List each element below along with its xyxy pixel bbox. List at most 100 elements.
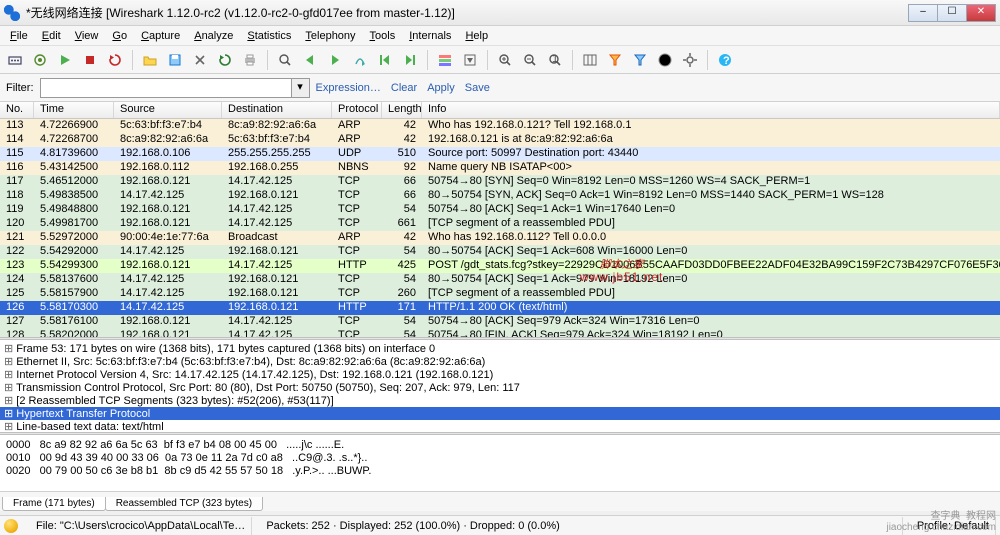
packet-list-header: No.TimeSourceDestinationProtocolLengthIn… — [0, 102, 1000, 119]
column-header[interactable]: No. — [0, 102, 34, 118]
menu-analyze[interactable]: Analyze — [188, 28, 239, 44]
detail-row[interactable]: Line-based text data: text/html — [0, 420, 1000, 432]
detail-row[interactable]: Hypertext Transfer Protocol — [0, 407, 1000, 420]
jump-icon[interactable] — [349, 49, 371, 71]
packet-row[interactable]: 1134.722669005c:63:bf:f3:e7:b48c:a9:82:9… — [0, 119, 1000, 133]
coloring-rules-icon[interactable] — [654, 49, 676, 71]
capture-filters-icon[interactable] — [604, 49, 626, 71]
separator — [132, 50, 133, 70]
packet-row[interactable]: 1235.54299300192.168.0.12114.17.42.125HT… — [0, 259, 1000, 273]
expert-info-icon[interactable] — [4, 519, 18, 533]
zoom-in-icon[interactable] — [494, 49, 516, 71]
filter-expression[interactable]: Expression… — [316, 82, 381, 94]
packet-row[interactable]: 1205.49981700192.168.0.12114.17.42.125TC… — [0, 217, 1000, 231]
close-button[interactable]: ✕ — [966, 4, 996, 22]
column-header[interactable]: Protocol — [332, 102, 382, 118]
toolbar: 1 ? — [0, 46, 1000, 74]
colorize-icon[interactable] — [434, 49, 456, 71]
packet-row[interactable]: 1195.49848800192.168.0.12114.17.42.125TC… — [0, 203, 1000, 217]
help-icon[interactable]: ? — [714, 49, 736, 71]
bytes-tabs: Frame (171 bytes) Reassembled TCP (323 b… — [0, 491, 1000, 511]
options-icon[interactable] — [29, 49, 51, 71]
stop-capture-icon[interactable] — [79, 49, 101, 71]
preferences-icon[interactable] — [679, 49, 701, 71]
packet-list-pane[interactable]: No.TimeSourceDestinationProtocolLengthIn… — [0, 102, 1000, 337]
resize-columns-icon[interactable] — [579, 49, 601, 71]
titlebar: *无线网络连接 [Wireshark 1.12.0-rc2 (v1.12.0-r… — [0, 0, 1000, 26]
autoscroll-icon[interactable] — [459, 49, 481, 71]
go-back-icon[interactable] — [299, 49, 321, 71]
packet-row[interactable]: 1185.4983850014.17.42.125192.168.0.121TC… — [0, 189, 1000, 203]
go-last-icon[interactable] — [399, 49, 421, 71]
separator — [487, 50, 488, 70]
packet-row[interactable]: 1215.5297200090:00:4e:1e:77:6aBroadcastA… — [0, 231, 1000, 245]
hex-row: 0020 00 79 00 50 c6 3e b8 b1 8b c9 d5 42… — [6, 465, 994, 478]
packet-row[interactable]: 1144.722687008c:a9:82:92:a6:6a5c:63:bf:f… — [0, 133, 1000, 147]
go-forward-icon[interactable] — [324, 49, 346, 71]
filter-bar: Filter: ▾ Expression…ClearApplySave — [0, 74, 1000, 102]
close-file-icon[interactable] — [189, 49, 211, 71]
hex-row: 0010 00 9d 43 39 40 00 33 06 0a 73 0e 11… — [6, 452, 994, 465]
menu-help[interactable]: Help — [459, 28, 494, 44]
packet-row[interactable]: 1285.58202000192.168.0.12114.17.42.125TC… — [0, 329, 1000, 337]
zoom-reset-icon[interactable]: 1 — [544, 49, 566, 71]
packet-row[interactable]: 1265.5817030014.17.42.125192.168.0.121HT… — [0, 301, 1000, 315]
column-header[interactable]: Info — [422, 102, 1000, 118]
print-icon[interactable] — [239, 49, 261, 71]
open-file-icon[interactable] — [139, 49, 161, 71]
separator — [572, 50, 573, 70]
menu-view[interactable]: View — [69, 28, 105, 44]
svg-text:?: ? — [723, 55, 730, 67]
separator — [707, 50, 708, 70]
filter-save[interactable]: Save — [465, 82, 490, 94]
reload-icon[interactable] — [214, 49, 236, 71]
packet-details-pane[interactable]: Frame 53: 171 bytes on wire (1368 bits),… — [0, 340, 1000, 432]
menu-statistics[interactable]: Statistics — [241, 28, 297, 44]
filter-dropdown-icon[interactable]: ▾ — [292, 78, 310, 98]
start-capture-icon[interactable] — [54, 49, 76, 71]
menu-capture[interactable]: Capture — [135, 28, 186, 44]
hex-row: 0000 8c a9 82 92 a6 6a 5c 63 bf f3 e7 b4… — [6, 439, 994, 452]
menu-file[interactable]: File — [4, 28, 34, 44]
packet-row[interactable]: 1245.5813760014.17.42.125192.168.0.121TC… — [0, 273, 1000, 287]
menu-telephony[interactable]: Telephony — [299, 28, 361, 44]
column-header[interactable]: Time — [34, 102, 114, 118]
corner-watermark: 查字典 教程网 jiaocheng.chazidian.com — [886, 507, 996, 533]
detail-row[interactable]: [2 Reassembled TCP Segments (323 bytes):… — [0, 394, 1000, 407]
packet-row[interactable]: 1154.81739600192.168.0.106255.255.255.25… — [0, 147, 1000, 161]
filter-input[interactable] — [40, 78, 292, 98]
detail-row[interactable]: Ethernet II, Src: 5c:63:bf:f3:e7:b4 (5c:… — [0, 355, 1000, 368]
wireshark-icon — [4, 5, 20, 21]
minimize-button[interactable]: – — [908, 4, 938, 22]
packet-row[interactable]: 1165.43142500192.168.0.112192.168.0.255N… — [0, 161, 1000, 175]
column-header[interactable]: Destination — [222, 102, 332, 118]
find-icon[interactable] — [274, 49, 296, 71]
tab-frame[interactable]: Frame (171 bytes) — [2, 497, 106, 511]
menu-go[interactable]: Go — [106, 28, 133, 44]
maximize-button[interactable]: ☐ — [937, 4, 967, 22]
packet-row[interactable]: 1175.46512000192.168.0.12114.17.42.125TC… — [0, 175, 1000, 189]
display-filters-icon[interactable] — [629, 49, 651, 71]
detail-row[interactable]: Transmission Control Protocol, Src Port:… — [0, 381, 1000, 394]
restart-capture-icon[interactable] — [104, 49, 126, 71]
detail-row[interactable]: Frame 53: 171 bytes on wire (1368 bits),… — [0, 342, 1000, 355]
menu-edit[interactable]: Edit — [36, 28, 67, 44]
packet-row[interactable]: 1255.5815790014.17.42.125192.168.0.121TC… — [0, 287, 1000, 301]
interfaces-icon[interactable] — [4, 49, 26, 71]
packet-row[interactable]: 1275.58176100192.168.0.12114.17.42.125TC… — [0, 315, 1000, 329]
statusbar: File: "C:\Users\crocico\AppData\Local\Te… — [0, 515, 1000, 535]
go-first-icon[interactable] — [374, 49, 396, 71]
filter-clear[interactable]: Clear — [391, 82, 417, 94]
detail-row[interactable]: Internet Protocol Version 4, Src: 14.17.… — [0, 368, 1000, 381]
menu-internals[interactable]: Internals — [403, 28, 457, 44]
column-header[interactable]: Source — [114, 102, 222, 118]
packet-row[interactable]: 1225.5429200014.17.42.125192.168.0.121TC… — [0, 245, 1000, 259]
packet-bytes-pane[interactable]: 0000 8c a9 82 92 a6 6a 5c 63 bf f3 e7 b4… — [0, 435, 1000, 491]
filter-apply[interactable]: Apply — [427, 82, 455, 94]
menu-tools[interactable]: Tools — [364, 28, 402, 44]
save-file-icon[interactable] — [164, 49, 186, 71]
tab-reassembled[interactable]: Reassembled TCP (323 bytes) — [105, 497, 263, 511]
status-file: File: "C:\Users\crocico\AppData\Local\Te… — [30, 517, 252, 535]
zoom-out-icon[interactable] — [519, 49, 541, 71]
column-header[interactable]: Length — [382, 102, 422, 118]
